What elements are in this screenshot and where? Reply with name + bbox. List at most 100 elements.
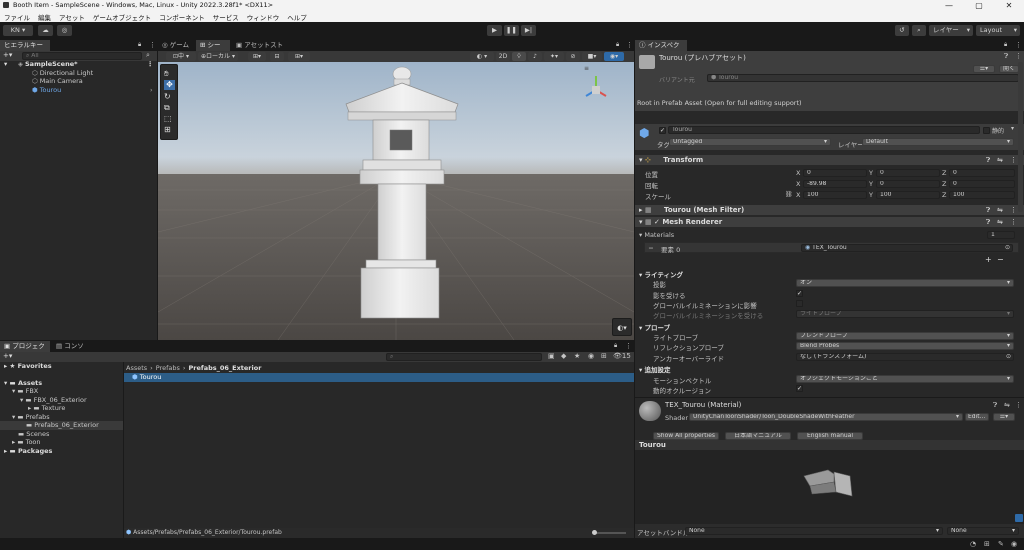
rotate-tool-icon[interactable]: ↻ bbox=[164, 92, 171, 101]
label-dropdown[interactable]: ☰▾ bbox=[973, 65, 995, 73]
project-search-input[interactable]: ⌕ bbox=[386, 353, 542, 361]
drag-handle-icon[interactable]: ═ bbox=[649, 244, 653, 252]
tag-dropdown[interactable]: Untagged ▾ bbox=[669, 138, 831, 146]
menu-dots-icon[interactable]: ⋮ bbox=[1010, 155, 1017, 165]
favorites-icon[interactable]: ★ bbox=[574, 352, 580, 360]
maximize-button[interactable]: ▢ bbox=[964, 0, 994, 11]
hierarchy-item-directional-light[interactable]: ⬡ Directional Light bbox=[0, 69, 157, 78]
object-picker-icon[interactable]: ⊙ bbox=[1006, 354, 1011, 360]
zoom-slider[interactable] bbox=[592, 530, 626, 535]
menu-dots-icon[interactable]: ⋮ bbox=[1015, 41, 1022, 49]
tab-console[interactable]: ▤ コンソール bbox=[52, 341, 92, 361]
tab-game[interactable]: ◎ ゲーム bbox=[158, 40, 194, 51]
material-field[interactable]: ◉ TEX_Tourou ⊙ bbox=[801, 244, 1013, 252]
shader-dropdown[interactable]: UnityChanToonShader/Toon_DoubleShadeWith… bbox=[689, 413, 963, 421]
link-scale-icon[interactable]: ⛓︎ bbox=[785, 191, 793, 198]
gi-contrib-checkbox[interactable] bbox=[796, 300, 803, 307]
menu-file[interactable]: ファイル bbox=[4, 12, 30, 22]
light-probes-dropdown[interactable]: ブレンドプローブ ▾ bbox=[796, 332, 1014, 340]
transform-header[interactable]: ▾ ⊹ Transform ❓︎ ⇋ ⋮ bbox=[635, 155, 1024, 165]
assets-folder[interactable]: ▾ ▬ Assets bbox=[0, 379, 123, 388]
help-icon[interactable]: ❓︎ bbox=[986, 217, 990, 227]
rotation-x-field[interactable]: -89.98 bbox=[803, 180, 867, 188]
menu-component[interactable]: コンポーネント bbox=[159, 12, 205, 22]
grid-snap-icon[interactable]: ⊞▾ bbox=[248, 52, 266, 61]
visibility-icon[interactable]: ◉ bbox=[588, 352, 594, 360]
active-checkbox[interactable]: ✓ bbox=[659, 127, 666, 134]
scene-menu-icon[interactable]: ⋮ bbox=[147, 60, 154, 69]
menu-services[interactable]: サービス bbox=[213, 12, 239, 22]
static-checkbox[interactable] bbox=[983, 127, 990, 134]
additional-settings-section[interactable]: ▾ 追加設定 bbox=[639, 364, 671, 374]
object-name-field[interactable]: Tourou bbox=[668, 126, 980, 134]
rotation-z-field[interactable]: 0 bbox=[949, 180, 1015, 188]
scene-root[interactable]: ▾ ◈ SampleScene* ⋮ bbox=[0, 60, 157, 69]
receive-shadows-checkbox[interactable]: ✓ bbox=[796, 290, 803, 297]
increment-snap-icon[interactable]: ⊞▾ bbox=[288, 52, 310, 61]
menu-help[interactable]: ヘルプ bbox=[287, 12, 307, 22]
probes-section[interactable]: ▾ プローブ bbox=[639, 322, 670, 332]
zoom-slider-handle[interactable] bbox=[592, 530, 597, 535]
lock-icon[interactable]: 🔒︎ bbox=[138, 41, 141, 49]
position-z-field[interactable]: 0 bbox=[949, 169, 1015, 177]
step-button[interactable]: ▶| bbox=[521, 25, 536, 36]
help-icon[interactable]: ❓︎ bbox=[1004, 52, 1008, 61]
minimize-button[interactable]: — bbox=[934, 0, 964, 11]
position-x-field[interactable]: 0 bbox=[803, 169, 867, 177]
fbx-folder[interactable]: ▾ ▬ FBX bbox=[0, 387, 123, 396]
menu-dots-icon[interactable]: ⋮ bbox=[1010, 205, 1017, 215]
network-icon[interactable]: ⊞ bbox=[984, 540, 990, 548]
gizmos-dropdown[interactable]: ◉▾ bbox=[604, 52, 624, 61]
tab-inspector[interactable]: ⓘ インスペクター bbox=[635, 40, 687, 60]
edit-shader-button[interactable]: Edit... bbox=[965, 413, 989, 421]
english-manual-button[interactable]: English manual bbox=[797, 432, 863, 440]
layer-dropdown[interactable]: Default ▾ bbox=[862, 138, 1014, 146]
menu-dots-icon[interactable]: ⋮ bbox=[149, 41, 156, 49]
layout-dropdown[interactable]: Layout ▾ bbox=[976, 25, 1020, 36]
play-button[interactable]: ▶ bbox=[487, 25, 502, 36]
help-icon[interactable]: ❓︎ bbox=[986, 155, 990, 165]
help-icon[interactable]: ❓︎ bbox=[986, 205, 990, 215]
preview-header[interactable]: Tourou bbox=[635, 440, 1024, 450]
scale-x-field[interactable]: 100 bbox=[803, 191, 867, 199]
search-by-type-icon[interactable]: ▣ bbox=[548, 352, 555, 360]
scene-viewport[interactable]: ≡ ✋︎ ✥ ↻ ⧉ ⬚ ⊞ ◐▾ bbox=[158, 62, 634, 340]
tab-hierarchy[interactable]: ヒエラルキー bbox=[0, 40, 50, 51]
lighting-toggle-icon[interactable]: 💡︎ bbox=[512, 52, 526, 61]
menu-dots-icon[interactable]: ⋮ bbox=[1010, 217, 1017, 227]
dynamic-occlusion-checkbox[interactable]: ✓ bbox=[796, 385, 803, 392]
materials-count-field[interactable]: 1 bbox=[987, 231, 1015, 239]
preset-icon[interactable]: ⇋ bbox=[1004, 401, 1010, 409]
menu-edit[interactable]: 編集 bbox=[38, 12, 51, 22]
motion-vectors-dropdown[interactable]: オブジェクトモーションごと ▾ bbox=[796, 375, 1014, 383]
packages-icon[interactable]: ⊞ bbox=[601, 352, 607, 360]
pause-button[interactable]: ❚❚ bbox=[504, 25, 519, 36]
audio-toggle-icon[interactable]: ♪ bbox=[528, 52, 542, 61]
menu-dots-icon[interactable]: ⋮ bbox=[1015, 401, 1022, 409]
position-y-field[interactable]: 0 bbox=[876, 169, 940, 177]
object-picker-icon[interactable]: ⊙ bbox=[1005, 245, 1010, 251]
tab-project[interactable]: ▣ プロジェクト bbox=[0, 341, 50, 361]
camera-overlay-icon[interactable]: ◐▾ bbox=[612, 318, 632, 336]
camera-dropdown[interactable]: ■▾ bbox=[582, 52, 602, 61]
asset-label-icon[interactable] bbox=[1015, 514, 1023, 522]
notifications-icon[interactable]: ◉ bbox=[1011, 540, 1017, 548]
menu-dots-icon[interactable]: ⋮ bbox=[625, 342, 632, 350]
hand-tool-icon[interactable]: ✋︎ bbox=[164, 69, 169, 79]
add-icon[interactable]: +▾ bbox=[3, 352, 12, 360]
hierarchy-item-tourou[interactable]: ⬢ Tourou › bbox=[0, 86, 157, 95]
layers-dropdown[interactable]: レイヤー ▾ bbox=[929, 25, 973, 36]
search-icon[interactable]: ⌕ bbox=[912, 25, 926, 36]
asset-bundle-variant-dropdown[interactable]: None ▾ bbox=[947, 527, 1019, 535]
breadcrumb-assets[interactable]: Assets bbox=[126, 364, 147, 372]
packages-folder[interactable]: ▸ ▬ Packages bbox=[0, 447, 123, 456]
add-element-button[interactable]: + bbox=[985, 255, 992, 264]
chevron-down-icon[interactable]: ▾ bbox=[1011, 125, 1014, 132]
reflection-probes-dropdown[interactable]: Blend Probes ▾ bbox=[796, 342, 1014, 350]
preset-icon[interactable]: ⇋ bbox=[997, 217, 1003, 227]
preset-icon[interactable]: ⇋ bbox=[997, 205, 1003, 215]
menu-dots-icon[interactable]: ⋮ bbox=[626, 41, 633, 49]
account-button[interactable]: KN ▾ bbox=[3, 25, 33, 36]
move-tool-icon[interactable]: ✥ bbox=[164, 80, 175, 90]
fbx-exterior-folder[interactable]: ▾ ▬ FBX_06_Exterior bbox=[0, 396, 123, 405]
